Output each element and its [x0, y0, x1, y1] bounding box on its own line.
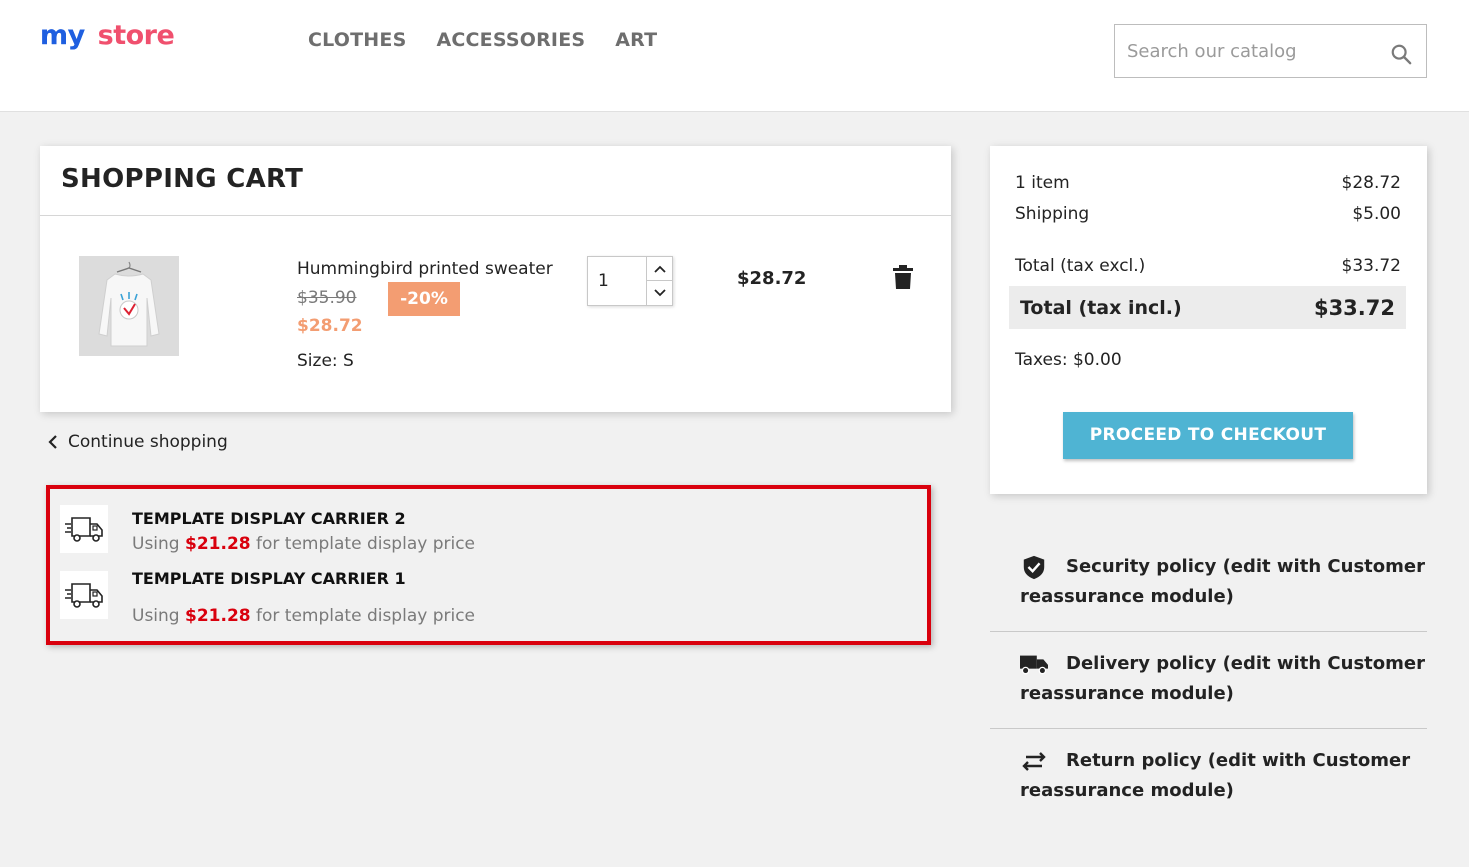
reassurance-delivery[interactable]: Delivery policy (edit with Customer reas…	[990, 649, 1427, 709]
quantity-stepper: 1	[587, 256, 673, 306]
continue-shopping-label: Continue shopping	[68, 432, 228, 452]
nav-item-accessories[interactable]: ACCESSORIES	[436, 29, 585, 51]
summary-total-incl-label: Total (tax incl.)	[1020, 296, 1182, 319]
truck-icon	[1020, 655, 1048, 675]
carrier-description: Using $21.28 for template display price	[132, 534, 475, 554]
main-nav: CLOTHES ACCESSORIES ART	[308, 29, 657, 51]
nav-item-art[interactable]: ART	[615, 29, 657, 51]
product-price: $28.72	[297, 316, 363, 336]
search-icon[interactable]	[1390, 43, 1412, 65]
quantity-input[interactable]: 1	[588, 257, 646, 305]
chevron-left-icon	[48, 435, 57, 449]
store-logo[interactable]: my store	[40, 20, 175, 51]
summary-total-excl-row: Total (tax excl.) $33.72	[1015, 256, 1401, 276]
chevron-down-icon	[653, 289, 666, 297]
summary-items-row: 1 item $28.72	[1015, 173, 1401, 193]
summary-shipping-label: Shipping	[1015, 204, 1090, 224]
summary-total-incl-value: $33.72	[1313, 295, 1395, 320]
summary-shipping-value: $5.00	[1352, 204, 1401, 224]
summary-total-excl-value: $33.72	[1341, 256, 1401, 276]
reassurance-return[interactable]: Return policy (edit with Customer reassu…	[990, 746, 1427, 806]
search-box	[1114, 24, 1427, 78]
cart-summary: 1 item $28.72 Shipping $5.00 Total (tax …	[990, 146, 1427, 494]
cart-card: SHOPPING CART Hummingbird printed sweate…	[40, 146, 951, 412]
trash-icon[interactable]	[892, 264, 914, 290]
divider	[990, 728, 1427, 729]
product-old-price: $35.90	[297, 288, 357, 308]
continue-shopping-link[interactable]: Continue shopping	[48, 432, 228, 452]
product-name[interactable]: Hummingbird printed sweater	[297, 259, 553, 279]
line-total: $28.72	[737, 268, 807, 289]
discount-badge: -20%	[388, 282, 460, 316]
shield-check-icon	[1023, 555, 1045, 580]
carrier-name: TEMPLATE DISPLAY CARRIER 2	[132, 509, 406, 528]
summary-total-excl-label: Total (tax excl.)	[1015, 256, 1146, 276]
quantity-decrease-button[interactable]	[646, 281, 672, 305]
carrier-desc-suffix: for template display price	[256, 534, 476, 554]
product-size: Size: S	[297, 351, 354, 371]
chevron-up-icon	[653, 265, 666, 273]
swap-arrows-icon	[1022, 752, 1046, 771]
reassurance-return-label: Return policy (edit with Customer reassu…	[1020, 750, 1411, 801]
divider	[40, 215, 951, 216]
quantity-increase-button[interactable]	[646, 257, 672, 281]
sweater-image-icon	[79, 256, 179, 356]
reassurance-security[interactable]: Security policy (edit with Customer reas…	[990, 552, 1427, 612]
carrier-list: TEMPLATE DISPLAY CARRIER 2 Using $21.28 …	[46, 485, 931, 645]
product-image[interactable]	[79, 256, 179, 356]
carrier-desc-prefix: Using	[132, 534, 180, 554]
cart-title: SHOPPING CART	[61, 164, 304, 194]
summary-items-label: 1 item	[1015, 173, 1070, 193]
summary-total-incl-row: Total (tax incl.) $33.72	[1009, 286, 1406, 329]
carrier-desc-suffix: for template display price	[256, 606, 476, 626]
logo-part-store: store	[97, 20, 175, 51]
summary-items-value: $28.72	[1341, 173, 1401, 193]
carrier-description: Using $21.28 for template display price	[132, 606, 475, 626]
site-header: my store CLOTHES ACCESSORIES ART	[0, 0, 1469, 112]
nav-item-clothes[interactable]: CLOTHES	[308, 29, 406, 51]
delivery-truck-icon	[60, 505, 108, 553]
delivery-truck-icon	[60, 571, 108, 619]
carrier-desc-prefix: Using	[132, 606, 180, 626]
logo-part-my: my	[40, 20, 85, 51]
search-input[interactable]	[1127, 37, 1377, 65]
summary-shipping-row: Shipping $5.00	[1015, 204, 1401, 224]
reassurance-security-label: Security policy (edit with Customer reas…	[1020, 556, 1425, 607]
proceed-to-checkout-button[interactable]: PROCEED TO CHECKOUT	[1063, 412, 1353, 459]
reassurance-delivery-label: Delivery policy (edit with Customer reas…	[1020, 653, 1425, 704]
summary-taxes: Taxes: $0.00	[1015, 350, 1122, 370]
divider	[990, 631, 1427, 632]
carrier-name: TEMPLATE DISPLAY CARRIER 1	[132, 569, 406, 588]
carrier-price: $21.28	[185, 606, 251, 626]
carrier-price: $21.28	[185, 534, 251, 554]
